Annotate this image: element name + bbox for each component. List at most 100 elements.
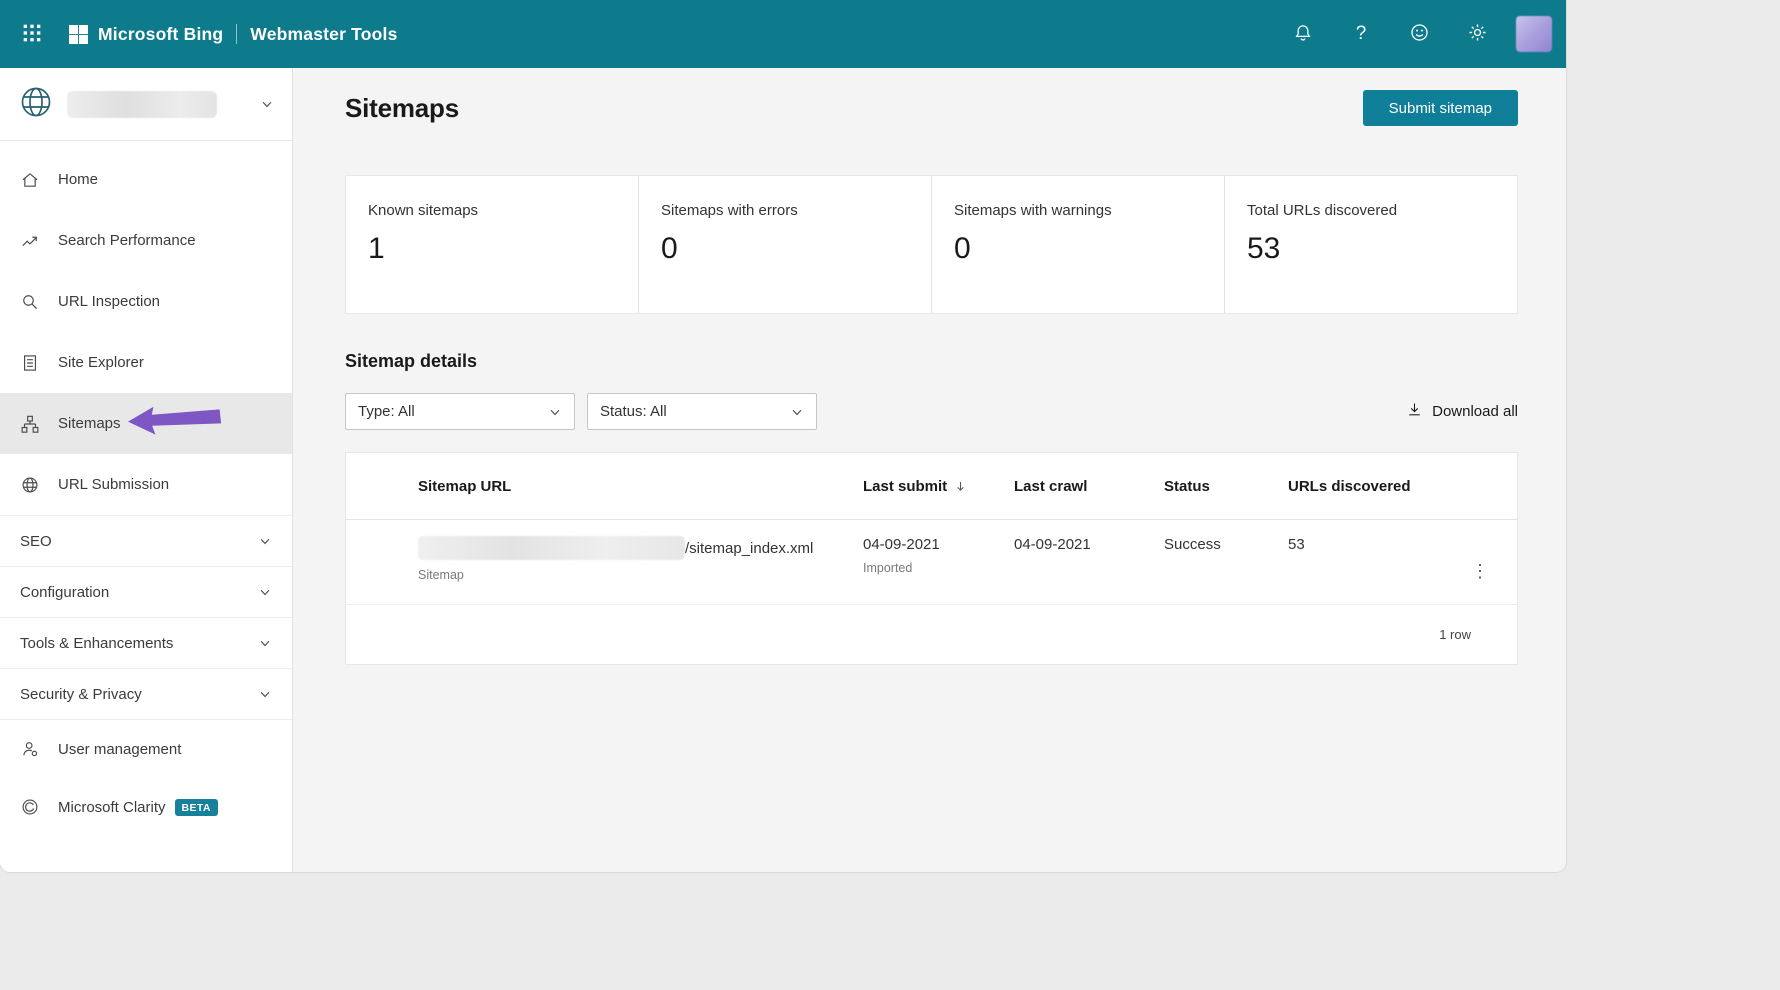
user-settings-icon — [20, 739, 40, 759]
sidebar-item-label: Microsoft Clarity — [58, 798, 166, 816]
last-crawl-date: 04-09-2021 — [1014, 536, 1091, 553]
chevron-down-icon — [258, 585, 272, 599]
help-button[interactable]: ? — [1348, 21, 1374, 47]
sidebar-item-label: Home — [58, 171, 99, 188]
sidebar-item-url-inspection[interactable]: URL Inspection — [0, 271, 292, 332]
sidebar-item-label: URL Submission — [58, 476, 170, 493]
sidebar-item-sitemaps[interactable]: Sitemaps — [0, 393, 292, 454]
stat-label: Known sitemaps — [368, 202, 479, 219]
chevron-down-icon — [258, 534, 272, 548]
stat-label: Total URLs discovered — [1247, 202, 1398, 219]
sidebar-item-user-management[interactable]: User management — [0, 720, 292, 778]
sidebar-item-security-privacy[interactable]: Security & Privacy — [0, 668, 292, 720]
app-window: Microsoft Bing Webmaster Tools ? Home Se… — [0, 0, 1566, 872]
type-filter-label: Type: All — [358, 403, 415, 420]
sidebar-item-label: Site Explorer — [58, 354, 144, 371]
table-row[interactable]: /sitemap_index.xml Sitemap 04-09-2021 Im… — [346, 520, 1517, 605]
table-footer: 1 row — [346, 605, 1517, 664]
column-header-status[interactable]: Status — [1164, 453, 1288, 519]
status-filter-dropdown[interactable]: Status: All — [587, 393, 817, 430]
main-content: Sitemaps Submit sitemap Known sitemaps 1… — [294, 68, 1566, 872]
avatar[interactable] — [1516, 16, 1552, 52]
sidebar-item-configuration[interactable]: Configuration — [0, 566, 292, 617]
row-count: 1 row — [1439, 627, 1471, 642]
stat-value: 1 — [368, 232, 385, 265]
type-filter-dropdown[interactable]: Type: All — [345, 393, 575, 430]
chevron-down-icon — [790, 405, 804, 419]
globe-small-icon — [20, 475, 40, 495]
column-header-actions — [1457, 453, 1517, 519]
last-submit-cell: 04-09-2021 Imported — [863, 520, 1014, 604]
product-title: Webmaster Tools — [250, 23, 398, 44]
column-header-label: Sitemap URL — [418, 477, 512, 495]
sidebar-group-label: Configuration — [20, 583, 110, 601]
sort-descending-icon — [954, 480, 967, 493]
trend-up-icon — [20, 231, 40, 251]
notifications-button[interactable] — [1290, 21, 1316, 47]
filters-row: Type: All Status: All Download all — [345, 393, 1518, 430]
bell-icon — [1293, 23, 1313, 46]
sidebar-group-label: SEO — [20, 532, 52, 550]
stat-total-urls: Total URLs discovered 53 — [1224, 176, 1517, 313]
section-heading: Sitemap details — [345, 351, 478, 371]
topbar-actions: ? — [1290, 16, 1552, 52]
stat-sitemaps-errors: Sitemaps with errors 0 — [638, 176, 931, 313]
feedback-button[interactable] — [1406, 21, 1432, 47]
help-icon: ? — [1355, 23, 1367, 44]
status-filter-label: Status: All — [600, 403, 667, 420]
globe-icon — [18, 84, 54, 125]
column-header-last-crawl[interactable]: Last crawl — [1014, 453, 1164, 519]
sidebar-item-home[interactable]: Home — [0, 149, 292, 210]
stat-value: 0 — [954, 232, 971, 265]
home-icon — [20, 170, 40, 190]
column-header-urls-discovered[interactable]: URLs discovered — [1288, 453, 1457, 519]
sidebar-item-tools-enhancements[interactable]: Tools & Enhancements — [0, 617, 292, 668]
brand-title: Microsoft Bing — [98, 23, 224, 44]
sitemap-url: /sitemap_index.xml — [685, 539, 814, 557]
row-menu-button[interactable]: ⋮ — [1465, 538, 1495, 604]
stat-sitemaps-warnings: Sitemaps with warnings 0 — [931, 176, 1224, 313]
column-header-label: Last crawl — [1014, 477, 1088, 495]
row-actions-cell: ⋮ — [1457, 520, 1517, 604]
site-name-redacted — [67, 90, 217, 118]
sitemap-type: Sitemap — [418, 568, 464, 582]
waffle-icon — [22, 23, 42, 46]
sidebar-item-site-explorer[interactable]: Site Explorer — [0, 332, 292, 393]
stat-value: 0 — [661, 232, 678, 265]
sidebar-item-seo[interactable]: SEO — [0, 515, 292, 566]
sidebar-item-label: Sitemaps — [58, 415, 121, 432]
clarity-icon — [20, 797, 40, 817]
sidebar-item-microsoft-clarity[interactable]: Microsoft Clarity BETA — [0, 778, 292, 836]
stat-label: Sitemaps with warnings — [954, 202, 1112, 219]
sitemap-icon — [20, 414, 40, 434]
status-value: Success — [1164, 536, 1221, 553]
submit-sitemap-button[interactable]: Submit sitemap — [1362, 90, 1518, 126]
column-header-sitemap-url[interactable]: Sitemap URL — [346, 453, 863, 519]
stat-known-sitemaps: Known sitemaps 1 — [346, 176, 638, 313]
site-selector[interactable] — [0, 68, 292, 141]
gear-icon — [1467, 22, 1488, 46]
sitemap-url-cell: /sitemap_index.xml Sitemap — [346, 520, 863, 604]
topbar: Microsoft Bing Webmaster Tools ? — [0, 0, 1566, 68]
app-launcher-button[interactable] — [19, 21, 45, 47]
chevron-down-icon — [260, 97, 274, 111]
column-header-last-submit[interactable]: Last submit — [863, 453, 1014, 519]
stat-value: 53 — [1247, 232, 1281, 265]
sidebar-item-label: URL Inspection — [58, 293, 160, 310]
sitemap-url-redacted — [418, 536, 685, 560]
chevron-down-icon — [258, 636, 272, 650]
column-header-label: URLs discovered — [1288, 477, 1411, 495]
microsoft-logo-icon — [69, 24, 88, 44]
sidebar-item-search-performance[interactable]: Search Performance — [0, 210, 292, 271]
download-all-button[interactable]: Download all — [1406, 401, 1518, 422]
column-header-label: Last submit — [863, 477, 948, 495]
sidebar-nav: Home Search Performance URL Inspection S… — [0, 141, 292, 836]
chevron-down-icon — [258, 687, 272, 701]
topbar-divider — [236, 24, 238, 44]
sitemaps-table: Sitemap URL Last submit Last crawl Statu — [345, 452, 1518, 665]
stats-card: Known sitemaps 1 Sitemaps with errors 0 … — [345, 175, 1518, 314]
download-icon — [1406, 401, 1423, 422]
sidebar-item-url-submission[interactable]: URL Submission — [0, 454, 292, 515]
settings-button[interactable] — [1464, 21, 1490, 47]
urls-discovered-value: 53 — [1288, 536, 1305, 553]
